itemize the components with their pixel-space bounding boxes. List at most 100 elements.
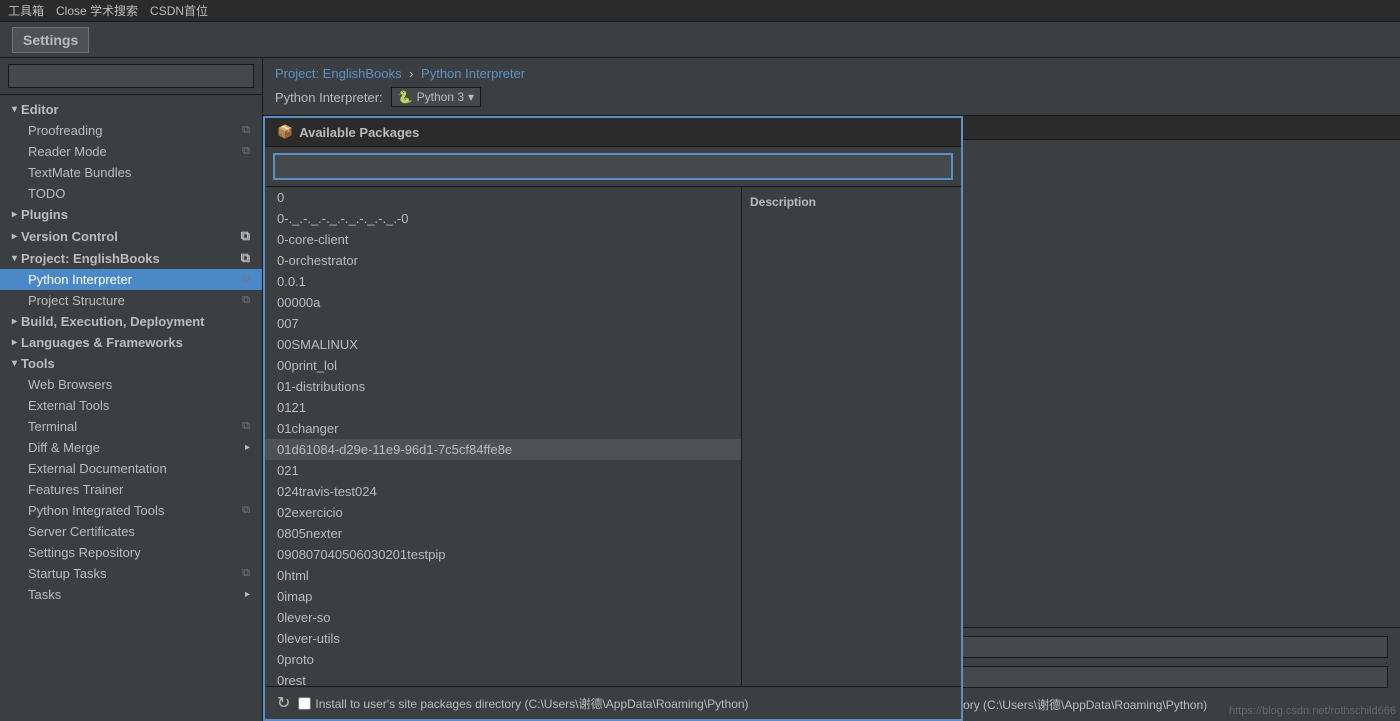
toolbar-item-toolbox[interactable]: 工具箱 xyxy=(8,2,44,19)
install-to-user-checkbox-row: Install to user's site packages director… xyxy=(298,695,748,712)
diff-arrow: ▸ xyxy=(245,442,250,453)
avail-item-0121[interactable]: 0121 xyxy=(265,397,741,418)
vcs-icon: ⧉ xyxy=(241,228,250,244)
top-bar: 工具箱 Close 学术搜索 CSDN首位 xyxy=(0,0,1400,22)
interpreter-dropdown-icon: ▾ xyxy=(468,90,474,104)
sidebar-group-vcs[interactable]: ▸ Version Control ⧉ xyxy=(0,225,262,247)
languages-label: Languages & Frameworks xyxy=(21,335,183,350)
sidebar-group-tools[interactable]: ▾ Tools xyxy=(0,353,262,374)
avail-item-0805nexter[interactable]: 0805nexter xyxy=(265,523,741,544)
interpreter-label: Python Interpreter: xyxy=(275,90,383,105)
avail-item-007[interactable]: 007 xyxy=(265,313,741,334)
avail-footer: ↻ Install to user's site packages direct… xyxy=(265,686,961,719)
sidebar-item-reader-mode[interactable]: Reader Mode ⧉ xyxy=(0,141,262,162)
sidebar-item-external-tools[interactable]: External Tools xyxy=(0,395,262,416)
sidebar-group-build[interactable]: ▸ Build, Execution, Deployment xyxy=(0,311,262,332)
available-packages-popup: 📦 Available Packages 0 0-._.-._.-._.-._.… xyxy=(263,116,963,721)
avail-item-0proto[interactable]: 0proto xyxy=(265,649,741,670)
avail-item-024travis[interactable]: 024travis-test024 xyxy=(265,481,741,502)
avail-item-0lever-so[interactable]: 0lever-so xyxy=(265,607,741,628)
sidebar-item-startup-tasks[interactable]: Startup Tasks ⧉ xyxy=(0,563,262,584)
breadcrumb-project[interactable]: Project: EnglishBooks xyxy=(275,66,401,81)
sidebar-group-editor[interactable]: ▾ Editor xyxy=(0,99,262,120)
sidebar-search-input[interactable] xyxy=(8,64,254,88)
tools-arrow: ▾ xyxy=(12,358,17,369)
sidebar-item-web-browsers[interactable]: Web Browsers xyxy=(0,374,262,395)
sidebar-scroll: ▾ Editor Proofreading ⧉ Reader Mode ⧉ Te… xyxy=(0,95,262,721)
install-to-user-checkbox[interactable] xyxy=(298,697,311,710)
build-label: Build, Execution, Deployment xyxy=(21,314,204,329)
toolbar-item-csdn[interactable]: CSDN首位 xyxy=(150,2,208,19)
editor-label: Editor xyxy=(21,102,59,117)
avail-item-uuid[interactable]: 01d61084-d29e-11e9-96d1-7c5cf84ffe8e xyxy=(265,439,741,460)
avail-item-0imap[interactable]: 0imap xyxy=(265,586,741,607)
languages-arrow: ▸ xyxy=(12,337,17,348)
sidebar-group-languages[interactable]: ▸ Languages & Frameworks xyxy=(0,332,262,353)
python-tools-icon: ⧉ xyxy=(242,504,250,517)
sidebar-item-diff-merge[interactable]: Diff & Merge ▸ xyxy=(0,437,262,458)
proofreading-icon: ⧉ xyxy=(242,124,250,137)
avail-item-core-client[interactable]: 0-core-client xyxy=(265,229,741,250)
avail-search-input[interactable] xyxy=(273,153,953,180)
sidebar-item-settings-repository[interactable]: Settings Repository xyxy=(0,542,262,563)
terminal-icon: ⧉ xyxy=(242,420,250,433)
avail-desc-panel: Description xyxy=(741,187,961,686)
vcs-arrow: ▸ xyxy=(12,231,17,242)
avail-packages-header: 📦 Available Packages xyxy=(265,118,961,147)
sidebar-item-project-structure[interactable]: Project Structure ⧉ xyxy=(0,290,262,311)
avail-item-021[interactable]: 021 xyxy=(265,460,741,481)
avail-packages-title: Available Packages xyxy=(299,125,419,140)
sidebar-search-area xyxy=(0,58,262,95)
breadcrumb-sep: › xyxy=(409,66,417,81)
settings-header: Settings xyxy=(0,22,1400,58)
python-interpreter-icon: ⧉ xyxy=(242,273,250,286)
sidebar-item-external-doc[interactable]: External Documentation xyxy=(0,458,262,479)
package-area: Package Automat Cython Pillow Protego Py… xyxy=(263,116,1400,721)
avail-item-02exercicio[interactable]: 02exercicio xyxy=(265,502,741,523)
avail-item-00000a[interactable]: 00000a xyxy=(265,292,741,313)
avail-item-001[interactable]: 0.0.1 xyxy=(265,271,741,292)
sidebar-item-todo[interactable]: TODO xyxy=(0,183,262,204)
content-area: Project: EnglishBooks › Python Interpret… xyxy=(263,58,1400,721)
tools-label: Tools xyxy=(21,356,55,371)
avail-item-0rest[interactable]: 0rest xyxy=(265,670,741,686)
avail-item-01changer[interactable]: 01changer xyxy=(265,418,741,439)
avail-item-0html[interactable]: 0html xyxy=(265,565,741,586)
avail-item-0[interactable]: 0 xyxy=(265,187,741,208)
avail-item-0lever-utils[interactable]: 0lever-utils xyxy=(265,628,741,649)
interpreter-row: Python Interpreter: 🐍 Python 3 ▾ xyxy=(275,87,1388,107)
sidebar-item-server-certificates[interactable]: Server Certificates xyxy=(0,521,262,542)
breadcrumb-interpreter[interactable]: Python Interpreter xyxy=(421,66,525,81)
sidebar-item-tasks[interactable]: Tasks ▸ xyxy=(0,584,262,605)
editor-arrow: ▾ xyxy=(12,104,17,115)
settings-title: Settings xyxy=(12,27,89,53)
toolbar-item-close[interactable]: Close 学术搜索 xyxy=(56,2,138,19)
sidebar-item-features-trainer[interactable]: Features Trainer xyxy=(0,479,262,500)
project-arrow: ▾ xyxy=(12,253,17,264)
sidebar-item-terminal[interactable]: Terminal ⧉ xyxy=(0,416,262,437)
refresh-icon[interactable]: ↻ xyxy=(277,693,290,713)
plugins-label: Plugins xyxy=(21,207,68,222)
avail-search-area xyxy=(265,147,961,187)
avail-item-orchestrator[interactable]: 0-orchestrator xyxy=(265,250,741,271)
tasks-arrow: ▸ xyxy=(245,589,250,600)
project-label: Project: EnglishBooks xyxy=(21,251,160,266)
project-icon: ⧉ xyxy=(241,250,250,266)
avail-item-dots[interactable]: 0-._.-._.-._.-._.-._.-._.-0 xyxy=(265,208,741,229)
install-to-user-label: Install to user's site packages director… xyxy=(315,695,748,712)
plugins-arrow: ▸ xyxy=(12,209,17,220)
avail-item-01dist[interactable]: 01-distributions xyxy=(265,376,741,397)
sidebar-item-textmate[interactable]: TextMate Bundles xyxy=(0,162,262,183)
avail-list[interactable]: 0 0-._.-._.-._.-._.-._.-._.-0 0-core-cli… xyxy=(265,187,741,686)
sidebar-group-plugins[interactable]: ▸ Plugins xyxy=(0,204,262,225)
sidebar-item-python-interpreter[interactable]: Python Interpreter ⧉ xyxy=(0,269,262,290)
sidebar-item-python-integrated-tools[interactable]: Python Integrated Tools ⧉ xyxy=(0,500,262,521)
build-arrow: ▸ xyxy=(12,316,17,327)
avail-item-00print[interactable]: 00print_lol xyxy=(265,355,741,376)
avail-item-090807[interactable]: 090807040506030201testpip xyxy=(265,544,741,565)
project-structure-icon: ⧉ xyxy=(242,294,250,307)
sidebar-item-proofreading[interactable]: Proofreading ⧉ xyxy=(0,120,262,141)
avail-item-00smalinux[interactable]: 00SMALINUX xyxy=(265,334,741,355)
interpreter-select[interactable]: 🐍 Python 3 ▾ xyxy=(391,87,481,107)
sidebar-group-project[interactable]: ▾ Project: EnglishBooks ⧉ xyxy=(0,247,262,269)
